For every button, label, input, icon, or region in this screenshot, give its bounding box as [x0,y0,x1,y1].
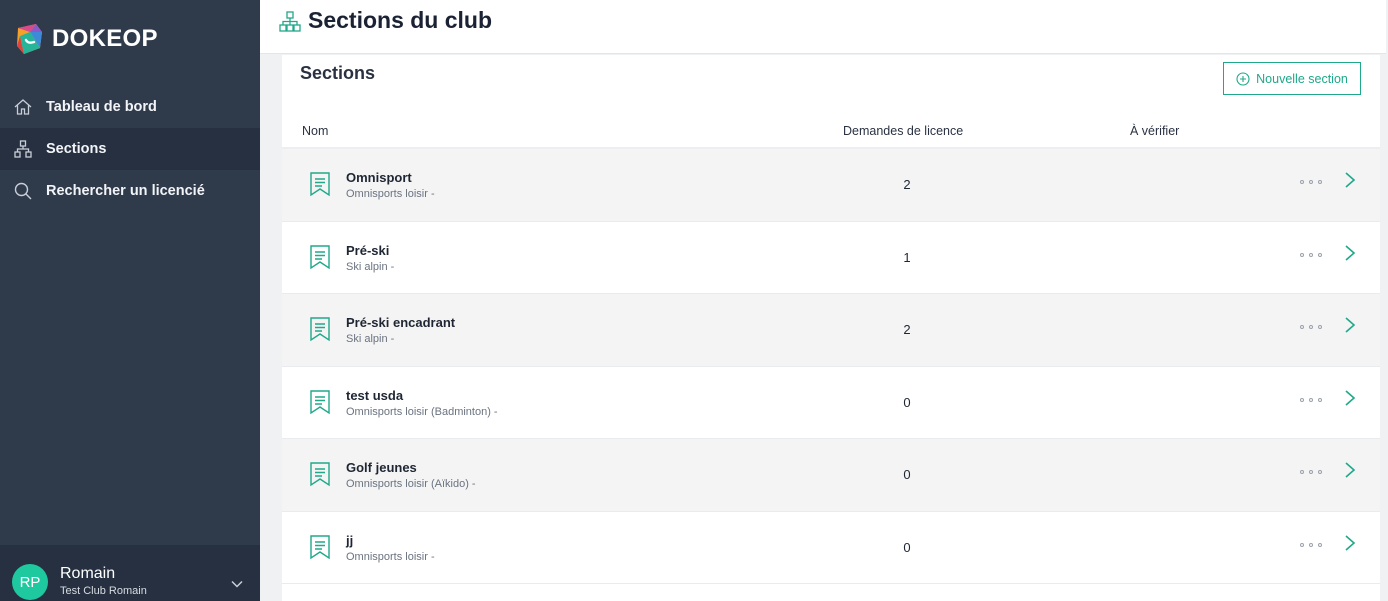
license-requests-count: 1 [903,249,911,265]
bookmark-icon [310,462,330,487]
sidebar-item-tableau-de-bord[interactable]: Tableau de bord [0,86,260,128]
logo[interactable]: DOKEOP [14,22,158,56]
sections-table: Omnisport Omnisports loisir - 2 Pré-ski … [282,149,1380,584]
more-options-icon[interactable] [1300,320,1322,334]
table-row[interactable]: jj Omnisports loisir - 0 [282,511,1380,584]
license-requests-count: 0 [903,394,911,410]
section-subtitle: Omnisports loisir - [346,188,435,200]
dokeop-logo-icon [17,24,42,54]
section-name: Omnisport [346,170,412,185]
card-title: Sections [300,63,376,83]
section-name: jj [346,532,354,548]
table-header: Nom Demandes de licence À vérifier [282,115,1380,149]
section-subtitle: Omnisports loisir - [346,550,435,563]
section-name: Pré-ski encadrant [346,315,456,330]
column-header-a-verifier[interactable]: À vérifier [1130,124,1179,138]
table-row[interactable]: Pré-ski Ski alpin - 1 [282,221,1380,294]
section-subtitle: Omnisports loisir (Badminton) - [346,405,498,418]
license-requests-count: 2 [903,177,911,192]
chevron-right-icon[interactable] [1344,316,1356,334]
sidebar-item-rechercher-licencie[interactable]: Rechercher un licencié [0,170,260,212]
brand-name: DOKEOP [52,25,158,52]
sidebar-item-label: Sections [46,141,107,157]
sections-icon [12,138,34,160]
column-header-nom[interactable]: Nom [302,124,328,138]
bookmark-icon [310,172,330,197]
sidebar: DOKEOP Tableau de bord Sections Recherch… [0,0,260,601]
user-club: Test Club Romain [60,585,147,597]
column-header-demandes[interactable]: Demandes de licence [843,124,963,138]
section-name: test usda [346,387,404,403]
section-name: Pré-ski [346,242,390,258]
page-title: Sections du club [308,7,493,33]
avatar: RP [12,564,48,600]
license-requests-count: 0 [903,467,911,482]
more-options-icon[interactable] [1300,538,1322,552]
section-name: Golf jeunes [346,460,417,475]
section-subtitle: Ski alpin - [346,333,395,345]
sections-icon [279,10,301,32]
new-section-button[interactable]: Nouvelle section [1223,62,1361,95]
section-subtitle: Ski alpin - [346,260,395,273]
bookmark-icon [310,317,330,342]
sidebar-item-label: Tableau de bord [46,99,157,115]
search-icon [12,180,34,202]
sidebar-nav: Tableau de bord Sections Rechercher un l… [0,86,260,212]
bookmark-icon [310,244,330,269]
chevron-right-icon[interactable] [1344,171,1356,189]
more-options-icon[interactable] [1300,175,1322,189]
more-options-icon[interactable] [1300,465,1322,479]
license-requests-count: 0 [903,539,911,555]
chevron-right-icon[interactable] [1344,389,1356,407]
sections-card: Sections Nouvelle section Nom Demandes d… [282,55,1380,601]
section-subtitle: Omnisports loisir (Aïkido) - [346,478,476,490]
home-icon [12,96,34,118]
chevron-down-icon[interactable] [230,577,244,591]
user-menu[interactable]: RP Romain Test Club Romain [0,545,260,601]
page-header: Sections du club [260,0,1386,54]
bookmark-icon [310,534,330,559]
table-row[interactable]: Golf jeunes Omnisports loisir (Aïkido) -… [282,439,1380,512]
more-options-icon[interactable] [1300,393,1322,407]
table-row[interactable]: test usda Omnisports loisir (Badminton) … [282,366,1380,439]
new-section-label: Nouvelle section [1256,71,1348,86]
license-requests-count: 2 [903,322,911,337]
more-options-icon[interactable] [1300,248,1322,262]
user-name: Romain [60,565,116,582]
plus-circle-icon [1236,71,1250,86]
user-info: Romain Test Club Romain [60,565,147,597]
sidebar-item-label: Rechercher un licencié [46,183,205,199]
bookmark-icon [310,389,330,414]
chevron-right-icon[interactable] [1344,244,1356,262]
chevron-right-icon[interactable] [1344,461,1356,479]
table-row[interactable]: Pré-ski encadrant Ski alpin - 2 [282,294,1380,367]
sidebar-item-sections[interactable]: Sections [0,128,260,170]
chevron-right-icon[interactable] [1344,534,1356,552]
table-row[interactable]: Omnisport Omnisports loisir - 2 [282,149,1380,222]
